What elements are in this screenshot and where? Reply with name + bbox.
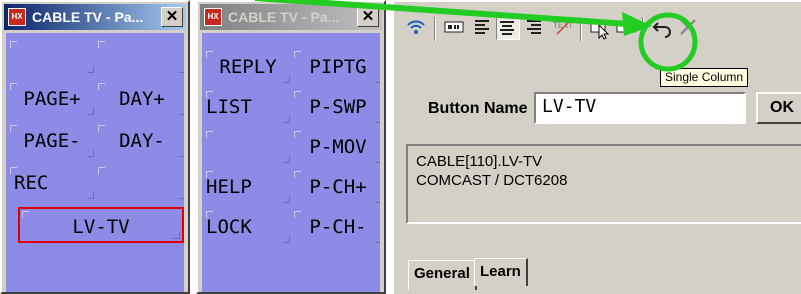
remote-button[interactable] — [8, 39, 96, 75]
remote-button-reply[interactable]: REPLY — [204, 49, 292, 85]
ok-button[interactable]: OK — [756, 92, 801, 124]
undo-icon[interactable] — [650, 16, 674, 40]
button-info-line-2: COMCAST / DCT6208 — [416, 172, 568, 189]
align-center-icon[interactable] — [496, 16, 520, 40]
remote-button-grid-1: PAGE+ DAY+ PAGE- DAY- REC LV-TV — [6, 33, 184, 292]
remote-button[interactable] — [96, 165, 184, 201]
remote-button-lock[interactable]: LOCK — [204, 209, 292, 245]
remote-button-grid-2: REPLY PIPTG LIST P-SWP P-MOV HELP P-CH+ … — [202, 33, 380, 292]
align-right-icon[interactable] — [522, 16, 546, 40]
app-icon: HX — [8, 8, 26, 26]
close-icon[interactable] — [676, 16, 700, 40]
remote-button-rec[interactable]: REC — [8, 165, 96, 201]
remote-button-day-minus[interactable]: DAY- — [96, 123, 184, 159]
remote-button-page-plus[interactable]: PAGE+ — [8, 81, 96, 117]
window-2-titlebar[interactable]: HX CABLE TV - Pa... ✕ — [200, 4, 382, 30]
button-info-line-1: CABLE[110].LV-TV — [416, 153, 543, 170]
toolbar-separator — [434, 17, 436, 41]
remote-button[interactable] — [204, 129, 292, 165]
remote-button-day-plus[interactable]: DAY+ — [96, 81, 184, 117]
remote-button-p-ch-plus[interactable]: P-CH+ — [292, 169, 380, 205]
tooltip: Single Column — [660, 68, 749, 87]
remote-button-help[interactable]: HELP — [204, 169, 292, 205]
button-properties-panel: TEXT Single Column Button Name LV-TV OK … — [392, 0, 801, 294]
tab-general[interactable]: General — [408, 260, 477, 290]
window-1-titlebar[interactable]: HX CABLE TV - Pa... ✕ — [4, 4, 186, 30]
toolbar: TEXT — [400, 14, 800, 46]
single-column-icon[interactable] — [588, 16, 612, 40]
text-icon[interactable]: TEXT — [550, 16, 574, 40]
remote-window-1: HX CABLE TV - Pa... ✕ PAGE+ DAY+ PAGE- D… — [0, 0, 190, 294]
wifi-icon[interactable] — [404, 16, 428, 40]
app-icon: HX — [204, 8, 222, 26]
close-button[interactable]: ✕ — [161, 7, 183, 27]
remote-icon[interactable] — [442, 16, 466, 40]
remote-button-lv-tv[interactable]: LV-TV — [18, 207, 184, 243]
remote-window-2: HX CABLE TV - Pa... ✕ REPLY PIPTG LIST P… — [196, 0, 386, 294]
remote-button-p-mov[interactable]: P-MOV — [292, 129, 380, 165]
remote-button-p-swp[interactable]: P-SWP — [292, 89, 380, 125]
tab-learn[interactable]: Learn — [474, 258, 528, 286]
button-info-box: CABLE[110].LV-TV COMCAST / DCT6208 — [406, 144, 801, 224]
remote-button-page-minus[interactable]: PAGE- — [8, 123, 96, 159]
button-name-input[interactable]: LV-TV — [534, 92, 746, 124]
toolbar-separator — [642, 17, 644, 41]
window-2-title: CABLE TV - Pa... — [228, 9, 340, 25]
remote-button-list[interactable]: LIST — [204, 89, 292, 125]
align-left-icon[interactable] — [470, 16, 494, 40]
button-name-label: Button Name — [428, 100, 528, 117]
remote-button[interactable] — [96, 39, 184, 75]
close-button[interactable]: ✕ — [357, 7, 379, 27]
toolbar-separator — [580, 17, 582, 41]
double-column-icon[interactable] — [614, 16, 638, 40]
remote-button-p-ch-minus[interactable]: P-CH- — [292, 209, 380, 245]
window-1-title: CABLE TV - Pa... — [32, 9, 144, 25]
remote-button-piptg[interactable]: PIPTG — [292, 49, 380, 85]
